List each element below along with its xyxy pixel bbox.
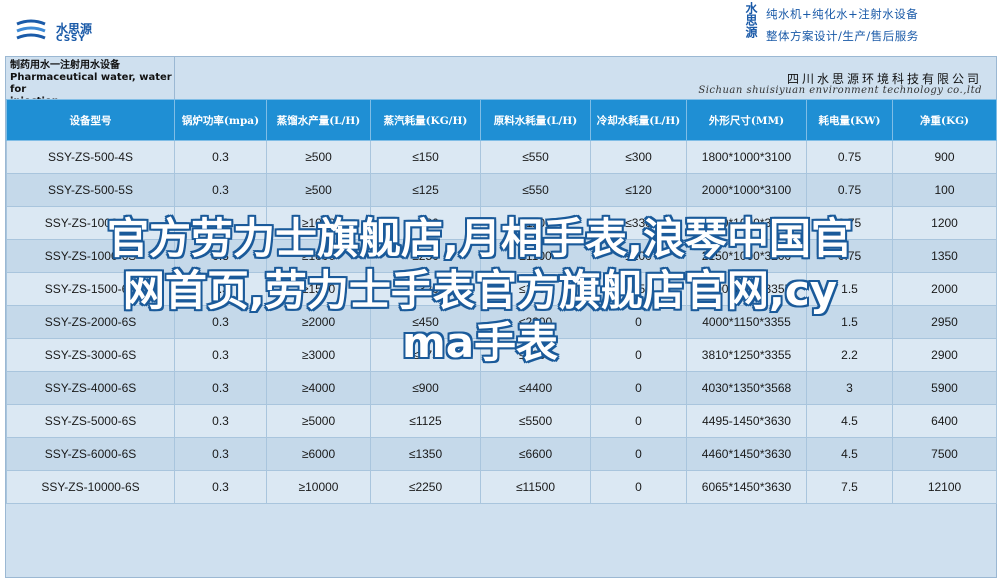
overlay-line-1: 官方劳力士旗舰店,月相手表,浪琴中国官 bbox=[107, 214, 853, 263]
header-cooling-water-consumption: 冷却水耗量(L/H) bbox=[590, 99, 687, 141]
slogan-line-2: 整体方案设计/生产/售后服务 bbox=[766, 29, 919, 43]
slogan-block: 水思源 纯水机+纯化水+注射水设备 整体方案设计/生产/售后服务 bbox=[740, 2, 990, 48]
table-header-row: 设备型号 锅炉功率(mpa) 蒸馏水产量(L/H) 蒸汽耗量(KG/H) 原料水… bbox=[6, 99, 997, 141]
table-cell: 0 bbox=[590, 404, 687, 438]
overlay-line-3: ma手表 bbox=[401, 318, 559, 367]
sheet-title-cn: 制药用水一注射用水设备 bbox=[10, 60, 120, 71]
table-cell: ≤125 bbox=[370, 173, 481, 207]
table-cell: ≤4400 bbox=[480, 371, 591, 405]
table-cell: 0.3 bbox=[174, 173, 267, 207]
table-cell: 0.75 bbox=[806, 140, 893, 174]
water-drop-logo-icon bbox=[16, 19, 46, 40]
table-cell: SSY-ZS-500-4S bbox=[6, 140, 175, 174]
table-cell: ≤1350 bbox=[370, 437, 481, 471]
table-cell: ≤150 bbox=[370, 140, 481, 174]
table-cell: 0.3 bbox=[174, 140, 267, 174]
sheet-title-en-1: Pharmaceutical water, water for bbox=[10, 72, 172, 95]
table-cell: 0.3 bbox=[174, 437, 267, 471]
table-cell: ≤120 bbox=[590, 173, 687, 207]
table-cell: ≥5000 bbox=[266, 404, 371, 438]
brand-logo[interactable]: 水思源 CSSY bbox=[14, 16, 104, 48]
table-cell: 12100 bbox=[892, 470, 997, 504]
table-row: SSY-ZS-500-5S 0.3 ≥500 ≤125 ≤550 ≤120 2000*100… bbox=[6, 173, 997, 207]
table-cell: SSY-ZS-6000-6S bbox=[6, 437, 175, 471]
slogan-vertical-brand: 水思源 bbox=[744, 2, 758, 38]
company-name-en: Sichuan shuisiyuan environment technolog… bbox=[698, 85, 982, 96]
table-row: SSY-ZS-5000-6S 0.3 ≥5000 ≤1125 ≤5500 0 4495-14… bbox=[6, 404, 997, 438]
table-cell: ≤5500 bbox=[480, 404, 591, 438]
table-cell: 0.75 bbox=[806, 173, 893, 207]
header-power: 耗电量(KW) bbox=[806, 99, 893, 141]
table-cell: 4.5 bbox=[806, 404, 893, 438]
table-cell: ≤550 bbox=[480, 173, 591, 207]
table-cell: 6065*1450*3630 bbox=[686, 470, 807, 504]
table-cell: 7500 bbox=[892, 437, 997, 471]
table-cell: ≥4000 bbox=[266, 371, 371, 405]
sheet-title: 制药用水一注射用水设备 Pharmaceutical water, water … bbox=[6, 57, 175, 107]
table-cell: 4030*1350*3568 bbox=[686, 371, 807, 405]
slogan-line-1: 纯水机+纯化水+注射水设备 bbox=[766, 7, 919, 21]
table-cell: 900 bbox=[892, 140, 997, 174]
table-cell: 0 bbox=[590, 437, 687, 471]
table-cell: ≥10000 bbox=[266, 470, 371, 504]
table-cell: 0 bbox=[590, 371, 687, 405]
table-row: SSY-ZS-6000-6S 0.3 ≥6000 ≤1350 ≤6600 0 4460*14… bbox=[6, 437, 997, 471]
table-cell: 7.5 bbox=[806, 470, 893, 504]
table-cell: SSY-ZS-500-5S bbox=[6, 173, 175, 207]
table-cell: ≤900 bbox=[370, 371, 481, 405]
table-cell: SSY-ZS-4000-6S bbox=[6, 371, 175, 405]
header-model: 设备型号 bbox=[6, 99, 175, 141]
header-raw-water-consumption: 原料水耗量(L/H) bbox=[480, 99, 591, 141]
brand-name-en: CSSY bbox=[56, 34, 86, 44]
overlay-watermark-text: 官方劳力士旗舰店,月相手表,浪琴中国官 网首页,劳力士手表官方旗舰店官网,cy … bbox=[10, 213, 950, 369]
table-cell: 1800*1000*3100 bbox=[686, 140, 807, 174]
table-row: SSY-ZS-10000-6S 0.3 ≥10000 ≤2250 ≤11500 0 6065… bbox=[6, 470, 997, 504]
table-cell: 4495-1450*3630 bbox=[686, 404, 807, 438]
page-header: 水思源 CSSY 水思源 纯水机+纯化水+注射水设备 整体方案设计/生产/售后服… bbox=[0, 0, 1000, 56]
table-cell: ≥500 bbox=[266, 173, 371, 207]
overlay-line-2: 网首页,劳力士手表官方旗舰店官网,cy bbox=[122, 266, 838, 315]
header-dimensions: 外形尺寸(MM) bbox=[686, 99, 807, 141]
table-row: SSY-ZS-500-4S 0.3 ≥500 ≤150 ≤550 ≤300 1800*100… bbox=[6, 140, 997, 174]
table-cell: 5900 bbox=[892, 371, 997, 405]
header-steam-consumption: 蒸汽耗量(KG/H) bbox=[370, 99, 481, 141]
table-cell: 2000*1000*3100 bbox=[686, 173, 807, 207]
table-row: SSY-ZS-4000-6S 0.3 ≥4000 ≤900 ≤4400 0 4030*135… bbox=[6, 371, 997, 405]
table-cell: ≤300 bbox=[590, 140, 687, 174]
table-cell: 3 bbox=[806, 371, 893, 405]
table-cell: 0.3 bbox=[174, 470, 267, 504]
table-cell: 0.3 bbox=[174, 371, 267, 405]
table-cell: ≤1125 bbox=[370, 404, 481, 438]
table-cell: ≤2250 bbox=[370, 470, 481, 504]
table-cell: 0.3 bbox=[174, 404, 267, 438]
table-cell: 0 bbox=[590, 470, 687, 504]
header-net-weight: 净重(KG) bbox=[892, 99, 997, 141]
table-cell: 4460*1450*3630 bbox=[686, 437, 807, 471]
table-cell: SSY-ZS-5000-6S bbox=[6, 404, 175, 438]
header-distilled-output: 蒸馏水产量(L/H) bbox=[266, 99, 371, 141]
company-info: 四川水思源环境科技有限公司 Sichuan shuisiyuan environ… bbox=[175, 57, 996, 99]
table-cell: ≤11500 bbox=[480, 470, 591, 504]
table-cell: 6400 bbox=[892, 404, 997, 438]
header-boiler-pressure: 锅炉功率(mpa) bbox=[174, 99, 267, 141]
table-cell: 100 bbox=[892, 173, 997, 207]
table-cell: 4.5 bbox=[806, 437, 893, 471]
table-cell: ≤550 bbox=[480, 140, 591, 174]
table-cell: ≤6600 bbox=[480, 437, 591, 471]
table-cell: ≥6000 bbox=[266, 437, 371, 471]
table-cell: SSY-ZS-10000-6S bbox=[6, 470, 175, 504]
table-cell: ≥500 bbox=[266, 140, 371, 174]
